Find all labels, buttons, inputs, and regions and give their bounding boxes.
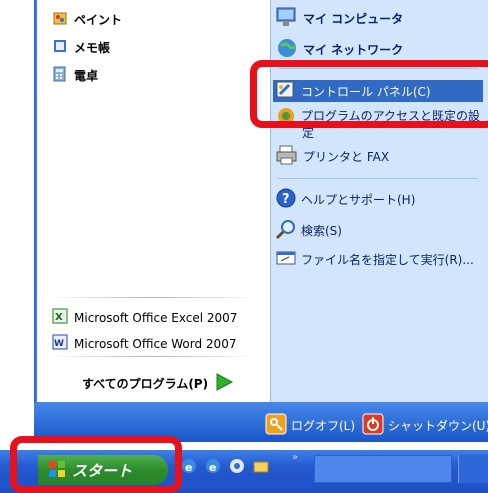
email-icon[interactable] <box>228 457 246 478</box>
power-icon <box>362 413 384 438</box>
menu-item-notepad[interactable]: メモ帳 <box>52 38 110 57</box>
printer-icon <box>275 144 299 169</box>
all-programs-button[interactable]: すべてのプログラム(P) <box>82 372 234 395</box>
menu-item-my-computer[interactable]: マイ コンピュータ <box>275 6 403 31</box>
menu-item-label: ファイル名を指定して実行(R)... <box>301 253 474 267</box>
menu-item-paint[interactable]: ペイント <box>52 10 122 29</box>
left-separator-2 <box>48 356 258 357</box>
svg-text:X: X <box>55 312 63 323</box>
menu-item-label: ヘルプとサポート(H) <box>301 193 416 207</box>
taskbar-button[interactable] <box>314 455 452 483</box>
computer-icon <box>275 6 299 31</box>
search-icon <box>275 218 297 243</box>
logoff-label: ログオフ(L) <box>291 419 356 433</box>
quick-launch-chevron[interactable]: » <box>292 452 298 463</box>
menu-item-label: 検索(S) <box>301 224 342 238</box>
menu-item-help[interactable]: ? ヘルプとサポート(H) <box>275 187 415 212</box>
menu-item-label: Microsoft Office Excel 2007 <box>74 310 238 325</box>
menu-item-label: マイ コンピュータ <box>303 12 404 26</box>
notepad-icon <box>52 38 68 57</box>
menu-item-label: メモ帳 <box>74 41 111 55</box>
left-separator <box>48 297 258 298</box>
menu-item-label: ペイント <box>74 13 123 27</box>
shutdown-label: シャットダウン(U) <box>388 419 488 433</box>
svg-text:?: ? <box>282 192 290 207</box>
word-icon: W <box>52 334 68 353</box>
network-icon <box>275 37 299 62</box>
excel-icon: X <box>52 308 68 327</box>
menu-item-word[interactable]: W Microsoft Office Word 2007 <box>52 334 236 353</box>
right-separator-2 <box>278 178 478 179</box>
menu-item-my-network[interactable]: マイ ネットワーク <box>275 37 403 62</box>
menu-item-excel[interactable]: X Microsoft Office Excel 2007 <box>52 308 237 327</box>
folder-icon[interactable] <box>252 457 270 478</box>
notification-area <box>458 455 488 483</box>
menu-item-label: Microsoft Office Word 2007 <box>74 336 237 351</box>
menu-item-printers[interactable]: プリンタと FAX <box>275 144 389 169</box>
ie-icon[interactable]: e <box>180 457 198 478</box>
run-icon <box>275 249 297 270</box>
all-programs-label: すべてのプログラム(P) <box>82 377 209 391</box>
ie-icon-2[interactable]: e <box>204 457 222 478</box>
menu-item-label: プリンタと FAX <box>303 150 390 164</box>
paint-icon <box>52 10 68 29</box>
highlight-start-button <box>10 436 182 493</box>
svg-text:e: e <box>185 461 192 474</box>
arrow-right-icon <box>214 372 234 395</box>
svg-text:W: W <box>54 339 64 349</box>
menu-item-search[interactable]: 検索(S) <box>275 218 342 243</box>
help-icon: ? <box>275 187 297 212</box>
logoff-button[interactable]: ログオフ(L) <box>265 413 355 438</box>
quick-launch: e e <box>180 457 270 478</box>
svg-text:e: e <box>209 461 216 474</box>
menu-item-calculator[interactable]: 電卓 <box>52 66 98 85</box>
key-icon <box>265 413 287 438</box>
shutdown-button[interactable]: シャットダウン(U) <box>362 413 488 438</box>
highlight-control-panel <box>250 60 488 128</box>
menu-item-run[interactable]: ファイル名を指定して実行(R)... <box>275 249 474 270</box>
calculator-icon <box>52 66 68 85</box>
menu-item-label: 電卓 <box>74 69 99 83</box>
menu-item-label: マイ ネットワーク <box>303 43 404 57</box>
